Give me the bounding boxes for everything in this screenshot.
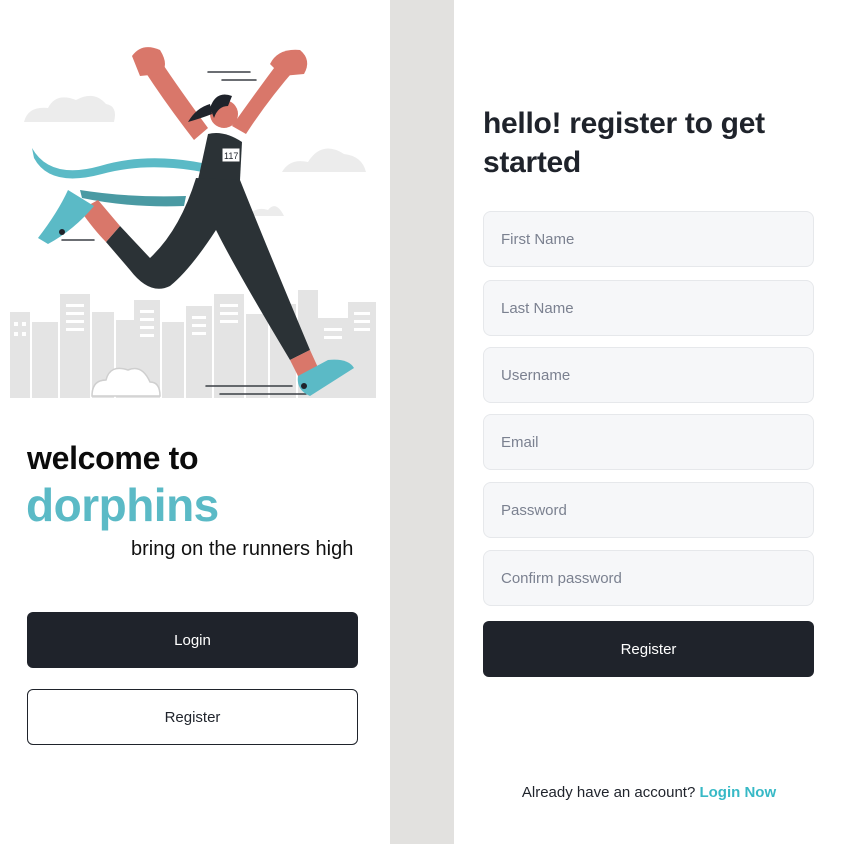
confirm-password-field[interactable] [483,550,814,606]
confirm-password-input[interactable] [501,569,813,587]
register-button-welcome[interactable]: Register [27,689,358,745]
first-name-input[interactable] [501,230,813,248]
login-button-label: Login [174,631,211,649]
username-input[interactable] [501,366,813,384]
username-field[interactable] [483,347,814,403]
register-form-title: hello! register to get started [483,107,765,179]
login-prompt-text: Already have an account? [521,784,700,801]
last-name-field[interactable] [483,280,814,336]
tagline: bring on the runners high [131,538,354,560]
bib-number: 117 [224,151,238,161]
email-input[interactable] [501,433,813,451]
password-input[interactable] [501,501,813,519]
email-field[interactable] [483,414,814,470]
login-now-link[interactable]: Login Now [699,784,776,801]
password-field[interactable] [483,482,814,538]
first-name-field[interactable] [483,211,814,267]
login-prompt: Already have an account? Login Now [454,784,844,801]
register-submit-button[interactable]: Register [483,621,814,677]
welcome-panel: 117 welcome to dorphins bring on the run… [0,0,390,844]
login-button[interactable]: Login [27,612,358,668]
register-submit-label: Register [620,640,677,658]
panel-divider [390,0,454,844]
brand-name: dorphins [26,479,219,531]
welcome-heading: welcome to [27,440,199,476]
last-name-input[interactable] [501,299,813,317]
register-button-label: Register [164,708,221,726]
runner-illustration: 117 [10,47,376,398]
